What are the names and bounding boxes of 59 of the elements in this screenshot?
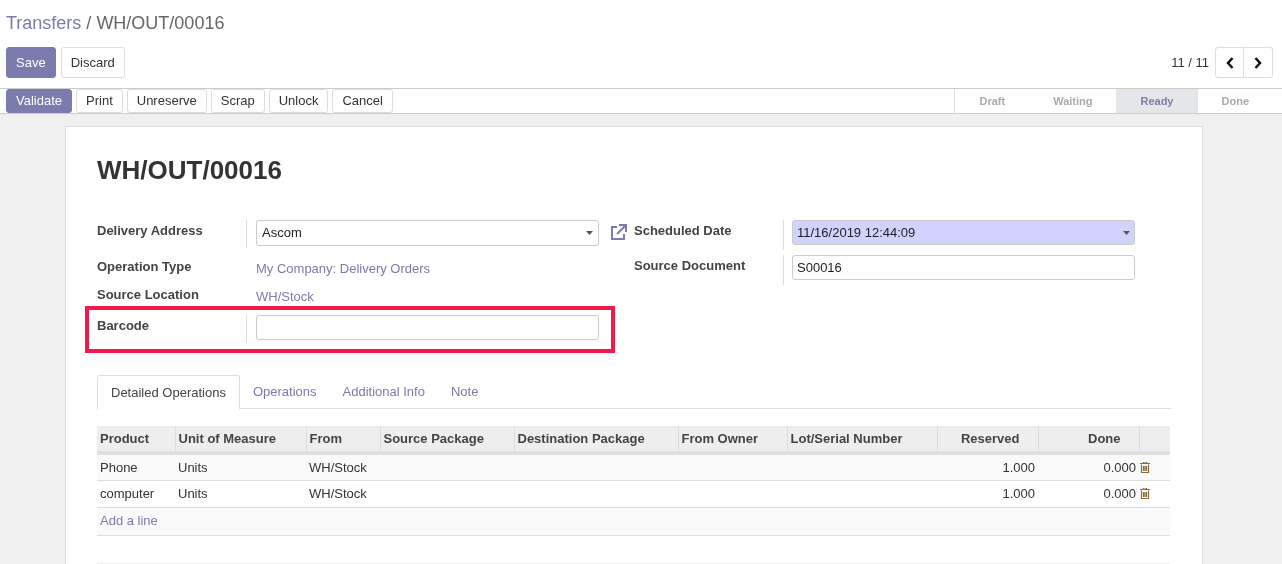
table-cell: Units [175,453,306,480]
caret-icon [1123,230,1130,235]
input-field[interactable]: S00016 [792,255,1135,280]
table-cell: Units [175,480,306,507]
toolbar-button[interactable]: Scrap [210,89,265,113]
toolbar-button[interactable]: Save [6,47,56,78]
column-header [1139,426,1170,453]
column-header[interactable]: Reserved [937,426,1038,453]
field-label: Barcode [97,317,151,335]
toolbar-button[interactable]: Print [76,89,123,113]
column-header[interactable]: Done [1038,426,1139,453]
input-field[interactable] [256,315,599,340]
breadcrumb-link[interactable]: Transfers [6,10,82,37]
field-label: Operation Type [97,258,193,276]
table-cell: WH/Stock [306,480,380,507]
notebook-tab[interactable]: Detailed Operations [97,375,240,410]
table-cell: 1.000 [937,480,1038,507]
toolbar-button[interactable]: Cancel [332,89,393,113]
table-cell: 0.000 [1038,453,1139,480]
column-header[interactable]: From Owner [678,426,787,453]
chevron-left-icon [1225,56,1234,69]
date-field[interactable]: 11/16/2019 12:44:09 [792,220,1135,245]
field-label: Delivery Address [97,222,204,240]
select-field[interactable]: Ascom [256,220,599,246]
column-header[interactable]: From [306,426,380,453]
table-cell: computer [97,480,175,507]
field-link[interactable]: My Company: Delivery Orders [256,261,431,276]
field-label: Source Location [97,286,200,304]
table-cell: 1.000 [937,453,1038,480]
next-button[interactable] [1244,47,1273,78]
table-cell: 0.000 [1038,480,1139,507]
toolbar-button[interactable]: Unlock [268,89,329,113]
field-label: Source Document [634,257,747,275]
breadcrumb-separator: / [86,12,92,35]
add-line-link[interactable]: Add a line [100,513,158,529]
previous-button[interactable] [1215,47,1244,78]
field-link[interactable]: WH/Stock [256,289,314,304]
record-title: WH/OUT/00016 [97,154,283,187]
notebook-tab[interactable]: Note [437,375,492,408]
field-label: Scheduled Date [634,222,733,240]
column-header[interactable]: Product [97,426,175,453]
external-link-icon[interactable] [609,224,628,242]
table-cell: Phone [97,453,175,480]
pager-count: 11 / 11 [1171,53,1209,72]
trash-icon[interactable] [1140,488,1150,499]
caret-icon [586,231,593,235]
column-header[interactable]: Source Package [380,426,514,453]
table-cell: WH/Stock [306,453,380,480]
toolbar-button[interactable]: Discard [60,47,125,78]
breadcrumb-current: WH/OUT/00016 [96,12,225,35]
notebook-tab[interactable]: Additional Info [329,375,438,408]
column-header[interactable]: Unit of Measure [175,426,306,453]
toolbar-button[interactable]: Validate [6,89,72,113]
trash-icon[interactable] [1140,461,1150,473]
notebook-tab[interactable]: Operations [239,375,330,408]
chevron-right-icon [1254,56,1262,69]
toolbar-button[interactable]: Unreserve [126,89,207,113]
column-header[interactable]: Lot/Serial Number [787,426,937,453]
column-header[interactable]: Destination Package [514,426,678,453]
